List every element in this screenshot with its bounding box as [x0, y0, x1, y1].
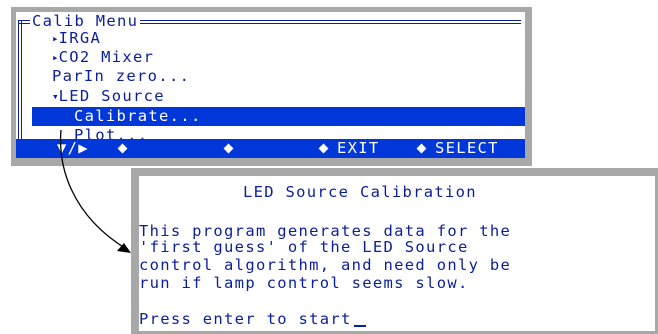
menu-item-label: IRGA [58, 29, 102, 47]
calibration-dialog-window: LED Source Calibration This program gene… [131, 168, 658, 334]
menu-item-co2-mixer[interactable]: ▸CO2 Mixer [52, 48, 154, 67]
collapse-arrow-icon: ▾ [52, 90, 59, 103]
dialog-body-line: control algorithm, and need only be [139, 256, 512, 274]
dialog-body-line: run if lamp control seems slow. [139, 274, 469, 292]
menu-item-calibrate[interactable]: Calibrate... [74, 107, 202, 126]
fkey-3-blank[interactable] [223, 139, 242, 158]
diamond-icon [223, 143, 234, 154]
menu-item-parin-zero[interactable]: ParIn zero... [52, 67, 190, 86]
fkey-select[interactable]: SELECT [416, 139, 499, 158]
fkey-exit[interactable]: EXIT [318, 139, 380, 158]
menu-item-led-source[interactable]: ▾LED Source [52, 87, 165, 106]
fkey-2-blank[interactable] [117, 139, 136, 158]
text-cursor [353, 325, 366, 327]
expand-arrow-icon: ▸ [52, 51, 59, 64]
function-key-bar: ▼/▶ EXIT SELECT [16, 139, 525, 158]
fkey-label: SELECT [435, 139, 499, 157]
menu-item-label: CO2 Mixer [58, 48, 155, 66]
dialog-body-line: 'first guess' of the LED Source [139, 238, 469, 256]
diamond-icon [318, 143, 329, 154]
menu-border-left [18, 20, 22, 158]
diamond-icon [416, 143, 427, 154]
fkey-label: EXIT [337, 139, 380, 157]
expand-arrow-icon: ▸ [52, 32, 59, 45]
menu-item-irga[interactable]: ▸IRGA [52, 29, 101, 48]
fkey-expand-collapse[interactable]: ▼/▶ [57, 139, 89, 158]
diamond-icon [117, 143, 128, 154]
calib-menu-window: Calib Menu ▸IRGA ▸CO2 Mixer ParIn zero..… [11, 7, 532, 166]
menu-item-label: ParIn zero... [52, 67, 191, 85]
prompt-text: Press enter to start [139, 310, 352, 328]
menu-item-label: LED Source [58, 87, 165, 105]
calibration-dialog-screen: LED Source Calibration This program gene… [139, 176, 655, 331]
menu-item-label: Calibrate... [74, 107, 202, 125]
dialog-title: LED Source Calibration [243, 183, 477, 201]
calib-menu-screen: Calib Menu ▸IRGA ▸CO2 Mixer ParIn zero..… [16, 12, 525, 158]
dialog-prompt[interactable]: Press enter to start [139, 310, 366, 329]
